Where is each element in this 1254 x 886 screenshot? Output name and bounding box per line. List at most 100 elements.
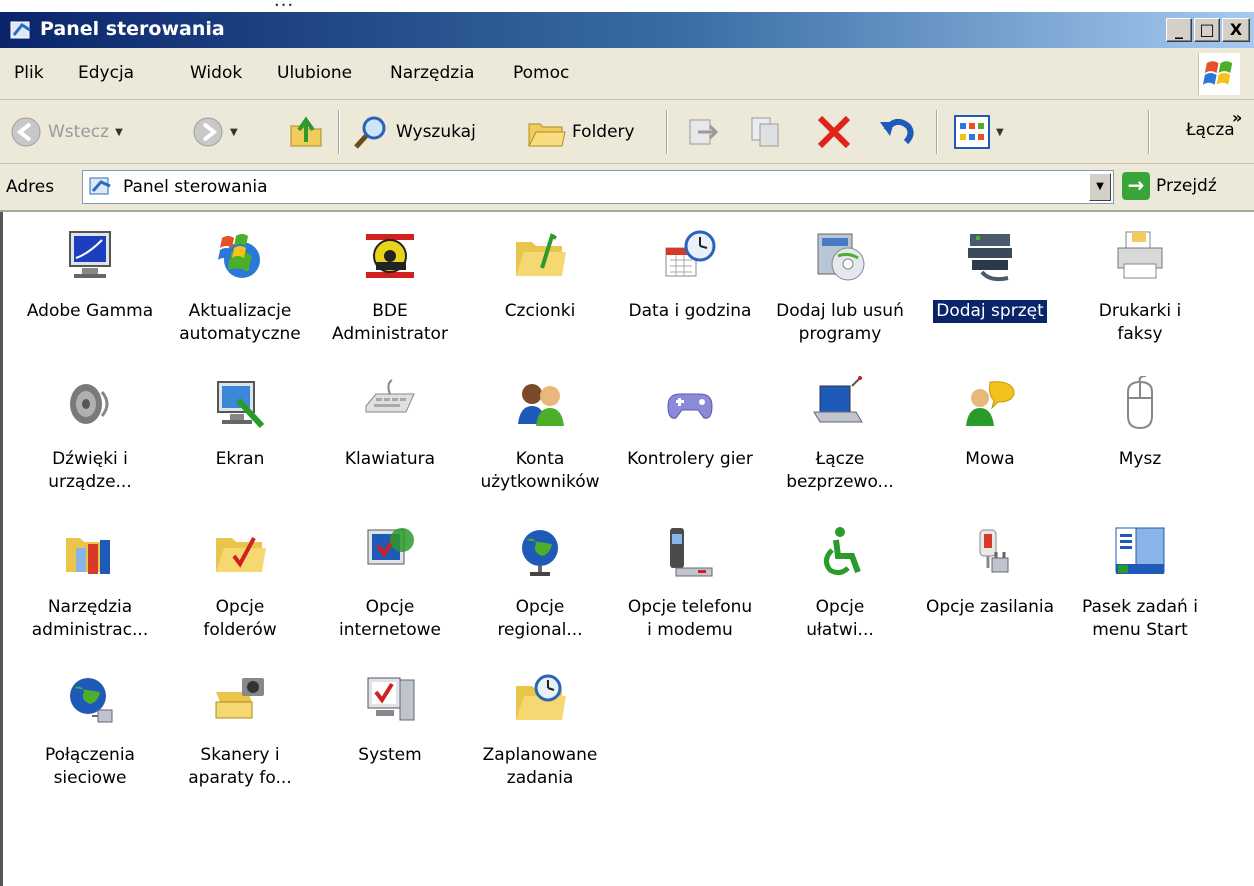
hardware-icon [968, 234, 1012, 282]
item-label: Skanery i aparaty fo... [188, 745, 292, 788]
control-panel-item-taskbar[interactable]: Pasek zadań i menu Start [1065, 524, 1215, 672]
control-panel-item-speaker[interactable]: Dźwięki i urządze... [15, 376, 165, 524]
search-button[interactable]: Wyszukaj [352, 100, 476, 164]
taskbar-icon [1115, 527, 1165, 574]
item-label: Narzędzia administrac... [31, 597, 149, 640]
folders-icon [528, 123, 566, 147]
control-panel-item-scanner-camera[interactable]: Skanery i aparaty fo... [165, 672, 315, 820]
control-panel-item-internet-options[interactable]: Opcje internetowe [315, 524, 465, 672]
speech-icon [966, 381, 1015, 426]
item-label: Opcje zasilania [925, 597, 1055, 617]
control-panel-item-keyboard[interactable]: Klawiatura [315, 376, 465, 524]
control-panel-item-speech[interactable]: Mowa [915, 376, 1065, 524]
minimize-button[interactable]: _ [1166, 18, 1192, 42]
control-panel-item-admin-tools[interactable]: Narzędzia administrac... [15, 524, 165, 672]
globe-icon [522, 530, 558, 576]
forward-arrow-icon [193, 117, 223, 147]
back-arrow-icon [11, 117, 41, 147]
views-button[interactable]: ▼ [954, 100, 1004, 164]
address-dropdown-button[interactable]: ▼ [1089, 173, 1111, 201]
windows-logo-icon [1198, 53, 1240, 95]
control-panel-item-scheduled-tasks[interactable]: Zaplanowane zadania [465, 672, 615, 820]
add-remove-programs-icon [817, 233, 865, 281]
windows-update-icon [218, 234, 260, 278]
item-label: Aktualizacje automatyczne [179, 301, 301, 344]
item-label: Czcionki [504, 301, 576, 321]
phone-modem-icon [670, 528, 713, 577]
control-panel-item-accessibility[interactable]: Opcje ułatwi... [765, 524, 915, 672]
item-label: BDE Administrator [332, 301, 448, 344]
delete-button[interactable] [814, 100, 854, 164]
search-icon [354, 116, 386, 149]
control-panel-item-wireless-laptop[interactable]: Łącze bezprzewo... [765, 376, 915, 524]
control-panel-item-mouse[interactable]: Mysz [1065, 376, 1215, 524]
up-folder-icon [290, 116, 322, 147]
control-panel-item-bde-gear[interactable]: BDE Administrator [315, 228, 465, 376]
item-label: Łącze bezprzewo... [786, 449, 894, 492]
undo-button[interactable] [876, 100, 916, 164]
close-button[interactable]: X [1222, 18, 1250, 42]
item-label: Konta użytkowników [480, 449, 600, 492]
item-label: Pasek zadań i menu Start [1082, 597, 1198, 640]
control-panel-item-clock-calendar[interactable]: Data i godzina [615, 228, 765, 376]
control-panel-item-users[interactable]: Konta użytkowników [465, 376, 615, 524]
back-button[interactable]: Wstecz ▼ [10, 100, 123, 164]
more-chevron-icon[interactable]: » [1232, 108, 1242, 127]
menu-narzedzia[interactable]: Narzędzia [390, 63, 474, 83]
monitor-icon [69, 231, 111, 278]
toolbar: Wstecz ▼ ▼ Wyszukaj Foldery ▼ Łącza » [0, 100, 1254, 164]
speaker-icon [70, 384, 109, 424]
delete-x-icon [817, 115, 851, 149]
control-panel-item-folder-check[interactable]: Opcje folderów [165, 524, 315, 672]
toolbar-separator [338, 110, 340, 154]
menu-plik[interactable]: Plik [14, 63, 44, 83]
toolbar-separator [666, 110, 668, 154]
chevron-down-icon[interactable]: ▼ [996, 127, 1004, 138]
go-button[interactable]: → Przejdź [1122, 172, 1217, 200]
control-panel-item-network-globe[interactable]: Połączenia sieciowe [15, 672, 165, 820]
item-label: Mysz [1118, 449, 1162, 469]
copy-to-button[interactable] [748, 100, 784, 164]
menu-widok[interactable]: Widok [190, 63, 242, 83]
wireless-laptop-icon [813, 376, 863, 423]
up-folder-button[interactable] [288, 100, 324, 164]
scanner-camera-icon [215, 678, 264, 719]
folders-button[interactable]: Foldery [526, 100, 635, 164]
keyboard-icon [365, 379, 415, 413]
control-panel-item-system[interactable]: System [315, 672, 465, 820]
chevron-down-icon[interactable]: ▼ [115, 127, 123, 138]
move-to-button[interactable] [684, 100, 720, 164]
control-panel-item-globe[interactable]: Opcje regional... [465, 524, 615, 672]
control-panel-item-hardware[interactable]: Dodaj sprzęt [915, 228, 1065, 376]
go-label: Przejdź [1156, 176, 1217, 196]
item-label: Połączenia sieciowe [45, 745, 135, 788]
go-arrow-icon: → [1122, 172, 1150, 200]
control-panel-item-add-remove-programs[interactable]: Dodaj lub usuń programy [765, 228, 915, 376]
item-label: Adobe Gamma [26, 301, 154, 321]
chevron-down-icon[interactable]: ▼ [230, 127, 238, 138]
move-to-icon [689, 119, 719, 145]
menu-pomoc[interactable]: Pomoc [513, 63, 569, 83]
address-label: Adres [6, 177, 55, 197]
item-label: Dodaj lub usuń programy [776, 301, 904, 344]
copy-to-icon [751, 117, 779, 147]
control-panel-item-monitor[interactable]: Adobe Gamma [15, 228, 165, 376]
control-panel-item-windows-update[interactable]: Aktualizacje automatyczne [165, 228, 315, 376]
control-panel-item-printer[interactable]: Drukarki i faksy [1065, 228, 1215, 376]
control-panel-item-phone-modem[interactable]: Opcje telefonu i modemu [615, 524, 765, 672]
item-label: Kontrolery gier [627, 449, 753, 469]
maximize-button[interactable]: □ [1194, 18, 1220, 42]
menu-edycja[interactable]: Edycja [78, 63, 134, 83]
control-panel-item-gamepad[interactable]: Kontrolery gier [615, 376, 765, 524]
forward-button[interactable]: ▼ [192, 100, 238, 164]
control-panel-item-power-plug[interactable]: Opcje zasilania [915, 524, 1065, 672]
address-input[interactable]: Panel sterowania ▼ [82, 170, 1114, 204]
title-bar[interactable]: Panel sterowania _ □ X [0, 12, 1254, 48]
menu-ulubione[interactable]: Ulubione [277, 63, 352, 83]
item-label: Opcje folderów [203, 597, 277, 640]
control-panel-item-display[interactable]: Ekran [165, 376, 315, 524]
views-grid-icon [954, 115, 990, 149]
links-label[interactable]: Łącza [1186, 120, 1235, 140]
control-panel-item-fonts-folder[interactable]: Czcionki [465, 228, 615, 376]
display-icon [217, 381, 265, 429]
